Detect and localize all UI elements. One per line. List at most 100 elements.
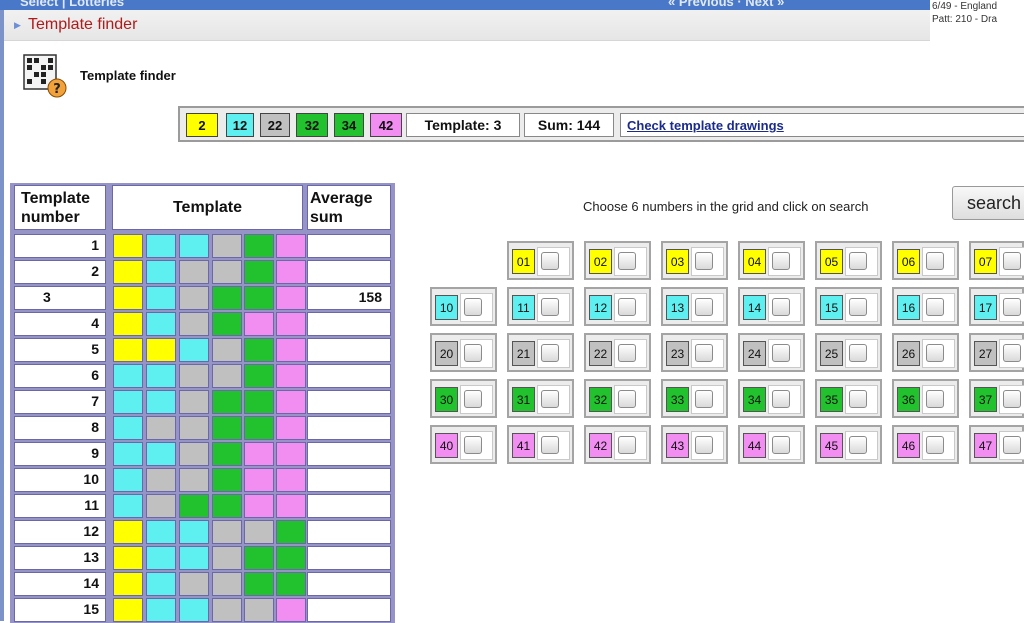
number-checkbox[interactable] xyxy=(926,436,944,454)
template-number-cell[interactable]: 9 xyxy=(14,442,106,466)
top-nav-left-text[interactable]: Select | Lotteries xyxy=(20,0,124,9)
template-color-cell xyxy=(212,442,242,466)
grid-number-label: 14 xyxy=(743,295,766,320)
grid-number-label: 36 xyxy=(897,387,920,412)
number-checkbox[interactable] xyxy=(464,390,482,408)
grid-number-cell: 41 xyxy=(507,425,574,464)
template-number-cell[interactable]: 13 xyxy=(14,546,106,570)
average-sum-cell xyxy=(307,598,391,622)
template-color-cell xyxy=(146,286,176,310)
number-checkbox[interactable] xyxy=(541,298,559,316)
lottery-name: 6/49 - England xyxy=(932,1,998,12)
average-sum-cell xyxy=(307,520,391,544)
template-color-cell xyxy=(146,416,176,440)
number-checkbox[interactable] xyxy=(849,252,867,270)
breadcrumb-current[interactable]: Template finder xyxy=(28,16,137,34)
grid-number-cell: 36 xyxy=(892,379,959,418)
template-number-cell[interactable]: 11 xyxy=(14,494,106,518)
average-sum-cell xyxy=(307,416,391,440)
template-color-cell xyxy=(113,494,143,518)
template-color-cell xyxy=(113,286,143,310)
number-checkbox[interactable] xyxy=(1003,344,1021,362)
grid-number-label: 47 xyxy=(974,433,997,458)
template-color-cell xyxy=(179,390,209,414)
grid-number-cell: 32 xyxy=(584,379,651,418)
grid-number-cell: 03 xyxy=(661,241,728,280)
template-color-cell xyxy=(244,338,274,362)
template-number-cell[interactable]: 12 xyxy=(14,520,106,544)
number-checkbox[interactable] xyxy=(618,344,636,362)
template-color-cell xyxy=(212,234,242,258)
number-checkbox[interactable] xyxy=(772,436,790,454)
template-color-cell xyxy=(212,312,242,336)
template-number-cell[interactable]: 15 xyxy=(14,598,106,622)
template-number-cell[interactable]: 6 xyxy=(14,364,106,388)
number-checkbox[interactable] xyxy=(464,436,482,454)
number-checkbox[interactable] xyxy=(618,298,636,316)
number-checkbox[interactable] xyxy=(849,298,867,316)
number-checkbox[interactable] xyxy=(541,252,559,270)
grid-number-label: 05 xyxy=(820,249,843,274)
number-checkbox[interactable] xyxy=(618,436,636,454)
number-checkbox[interactable] xyxy=(464,344,482,362)
number-checkbox[interactable] xyxy=(849,344,867,362)
number-checkbox[interactable] xyxy=(695,252,713,270)
number-checkbox[interactable] xyxy=(772,298,790,316)
template-number-cell[interactable]: 10 xyxy=(14,468,106,492)
number-checkbox[interactable] xyxy=(1003,436,1021,454)
selected-number: 22 xyxy=(260,113,290,137)
number-checkbox[interactable] xyxy=(1003,298,1021,316)
template-color-cell xyxy=(212,286,242,310)
number-checkbox[interactable] xyxy=(695,298,713,316)
number-checkbox[interactable] xyxy=(541,436,559,454)
number-checkbox[interactable] xyxy=(695,344,713,362)
number-checkbox[interactable] xyxy=(926,252,944,270)
search-button[interactable]: search xyxy=(952,186,1024,220)
template-number-cell[interactable]: 3 xyxy=(14,286,106,310)
template-number-cell[interactable]: 1 xyxy=(14,234,106,258)
selected-number: 12 xyxy=(226,113,254,137)
grid-number-cell: 27 xyxy=(969,333,1024,372)
number-checkbox[interactable] xyxy=(695,390,713,408)
template-color-cell xyxy=(146,572,176,596)
number-checkbox[interactable] xyxy=(541,344,559,362)
template-color-cell xyxy=(146,312,176,336)
number-checkbox[interactable] xyxy=(772,344,790,362)
number-checkbox[interactable] xyxy=(849,436,867,454)
template-color-cell xyxy=(113,234,143,258)
selected-number: 32 xyxy=(296,113,328,137)
number-checkbox[interactable] xyxy=(772,252,790,270)
template-color-cell xyxy=(146,520,176,544)
number-checkbox[interactable] xyxy=(695,436,713,454)
number-checkbox[interactable] xyxy=(926,344,944,362)
number-checkbox[interactable] xyxy=(926,390,944,408)
template-result: Template: 3 xyxy=(406,113,520,137)
number-checkbox[interactable] xyxy=(618,390,636,408)
grid-number-cell: 42 xyxy=(584,425,651,464)
check-template-drawings-link[interactable]: Check template drawings xyxy=(620,113,1024,137)
number-checkbox[interactable] xyxy=(464,298,482,316)
grid-number-cell: 17 xyxy=(969,287,1024,326)
number-checkbox[interactable] xyxy=(541,390,559,408)
number-checkbox[interactable] xyxy=(772,390,790,408)
average-sum-cell xyxy=(307,260,391,284)
number-checkbox[interactable] xyxy=(1003,252,1021,270)
template-color-cell xyxy=(113,546,143,570)
template-number-cell[interactable]: 8 xyxy=(14,416,106,440)
number-checkbox[interactable] xyxy=(618,252,636,270)
number-checkbox[interactable] xyxy=(926,298,944,316)
number-checkbox[interactable] xyxy=(849,390,867,408)
template-number-cell[interactable]: 7 xyxy=(14,390,106,414)
template-number-cell[interactable]: 2 xyxy=(14,260,106,284)
grid-number-label: 01 xyxy=(512,249,535,274)
template-number-cell[interactable]: 14 xyxy=(14,572,106,596)
grid-number-label: 03 xyxy=(666,249,689,274)
template-color-cell xyxy=(276,286,306,310)
template-number-cell[interactable]: 5 xyxy=(14,338,106,362)
top-nav-prev-next[interactable]: « Previous · Next » xyxy=(668,0,784,9)
template-number-cell[interactable]: 4 xyxy=(14,312,106,336)
pattern-info: Patt: 210 - Dra xyxy=(932,14,998,25)
number-checkbox[interactable] xyxy=(1003,390,1021,408)
template-color-cell xyxy=(179,234,209,258)
template-color-cell xyxy=(146,364,176,388)
